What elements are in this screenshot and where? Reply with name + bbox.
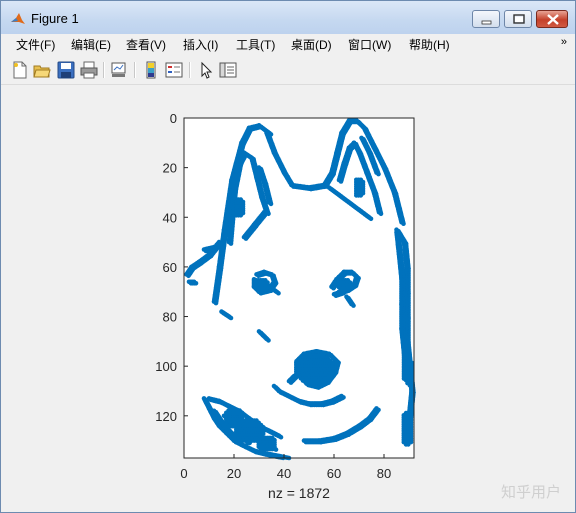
menu-file[interactable]: 文件(F) <box>16 36 55 53</box>
figure-window: Figure 1 文件(F) 编辑(E) 查看(V) 插入(I) 工具(T) 桌… <box>0 0 576 513</box>
x-tick-label: 20 <box>227 466 241 481</box>
y-tick-label: 0 <box>170 111 177 126</box>
window-title: Figure 1 <box>31 11 79 26</box>
spy-marker <box>276 290 281 296</box>
insert-legend-icon[interactable] <box>165 61 183 79</box>
figure-toolbar <box>1 56 575 85</box>
toolbar-separator <box>134 62 136 78</box>
spy-marker <box>268 201 274 207</box>
figure-canvas[interactable]: 0 20 40 60 80 0 20 40 60 80 100 120 nz = 1872 知乎用户 <box>1 86 575 512</box>
spy-marker <box>263 211 269 217</box>
menu-help[interactable]: 帮助(H) <box>409 36 450 53</box>
link-plot-icon[interactable] <box>110 61 128 79</box>
spy-marker <box>270 446 275 452</box>
menu-view[interactable]: 查看(V) <box>126 36 166 53</box>
restore-icon <box>513 14 525 24</box>
x-tick-label: 60 <box>327 466 341 481</box>
watermark: 知乎用户 <box>500 484 561 501</box>
minimize-icon <box>481 20 492 25</box>
spy-marker <box>193 281 199 286</box>
close-button[interactable] <box>536 10 568 28</box>
spy-plot[interactable]: 0 20 40 60 80 0 20 40 60 80 100 120 nz = 1872 <box>1 86 575 512</box>
matlab-logo-icon <box>11 13 25 24</box>
x-tick-label: 80 <box>377 466 391 481</box>
new-figure-icon[interactable] <box>11 61 29 79</box>
toolbar-separator <box>189 62 191 78</box>
spy-marker <box>266 338 271 343</box>
x-tick-label: 40 <box>277 466 291 481</box>
menu-overflow-icon[interactable]: » <box>561 36 567 48</box>
menu-edit[interactable]: 编辑(E) <box>71 36 111 53</box>
spy-marker <box>186 273 191 279</box>
print-icon[interactable] <box>80 61 98 79</box>
toolbar-separator <box>103 62 105 78</box>
menu-insert[interactable]: 插入(I) <box>183 36 218 53</box>
insert-colorbar-icon[interactable] <box>142 61 160 79</box>
spy-marker <box>341 290 346 296</box>
spy-marker <box>368 216 374 222</box>
spy-marker <box>263 286 268 292</box>
save-icon[interactable] <box>57 61 75 79</box>
x-tick-label: 0 <box>180 466 187 481</box>
spy-marker <box>351 303 356 308</box>
spy-marker <box>213 246 219 251</box>
y-tick-label: 100 <box>155 359 177 374</box>
spy-marker <box>228 315 234 321</box>
spy-marker <box>237 423 242 429</box>
menu-tools[interactable]: 工具(T) <box>236 36 275 53</box>
menu-window[interactable]: 窗口(W) <box>348 36 391 53</box>
y-tick-label: 60 <box>163 260 177 275</box>
close-icon <box>547 14 559 25</box>
edit-plot-arrow-icon[interactable] <box>197 61 215 79</box>
minimize-button[interactable] <box>472 10 500 28</box>
spy-marker <box>358 193 364 198</box>
property-editor-icon[interactable] <box>219 61 237 79</box>
title-bar[interactable]: Figure 1 <box>1 1 575 34</box>
spy-marker <box>341 395 346 400</box>
spy-marker <box>345 286 351 292</box>
spy-marker <box>278 434 284 440</box>
menu-desktop[interactable]: 桌面(D) <box>291 36 332 53</box>
spy-marker <box>316 380 322 386</box>
spy-marker <box>238 213 244 218</box>
y-tick-label: 20 <box>163 161 177 176</box>
spy-marker <box>303 439 309 445</box>
spy-marker <box>376 171 381 177</box>
spy-marker <box>378 211 384 217</box>
spy-marker <box>406 442 411 447</box>
y-tick-label: 80 <box>163 310 177 325</box>
spy-marker <box>247 440 252 446</box>
y-tick-label: 40 <box>163 210 177 225</box>
x-axis-label: nz = 1872 <box>268 485 330 501</box>
y-tick-label: 120 <box>155 409 177 424</box>
spy-marker <box>278 390 284 395</box>
spy-marker <box>323 378 328 383</box>
spy-marker <box>401 221 406 226</box>
spy-marker <box>407 383 413 388</box>
restore-button[interactable] <box>504 10 532 28</box>
open-file-icon[interactable] <box>33 61 51 79</box>
menu-bar: 文件(F) 编辑(E) 查看(V) 插入(I) 工具(T) 桌面(D) 窗口(W… <box>1 34 575 54</box>
